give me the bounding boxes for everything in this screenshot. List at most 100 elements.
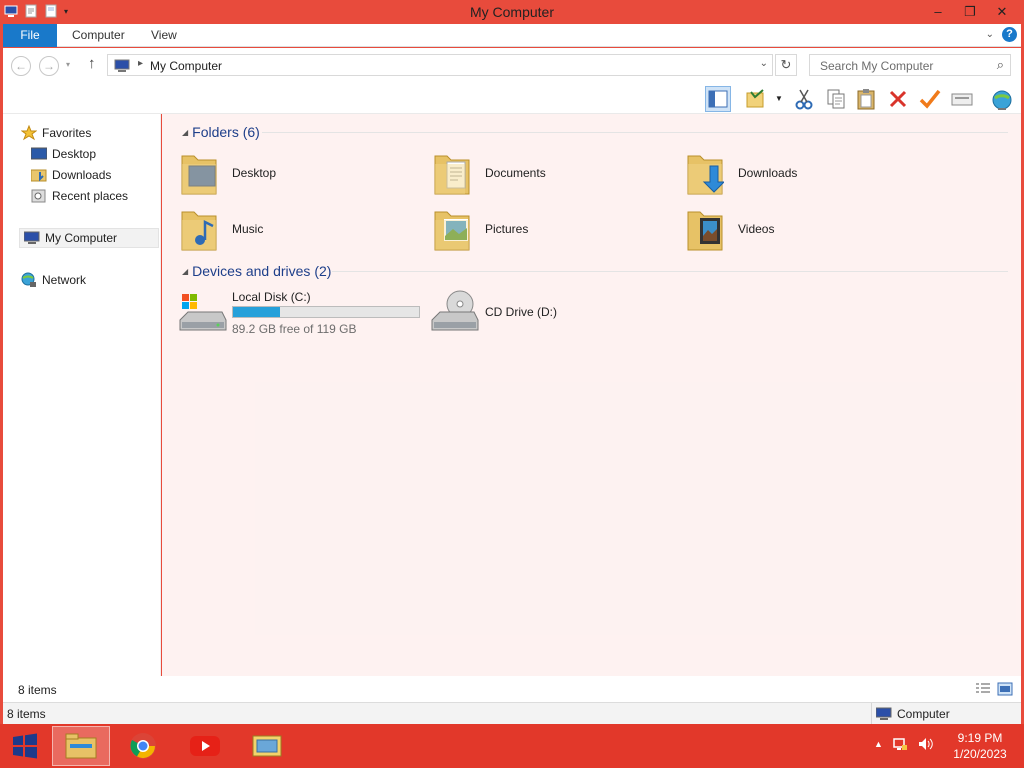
back-button[interactable]: ← xyxy=(11,56,31,76)
command-toolbar: ▼ xyxy=(3,84,1021,114)
refresh-button[interactable]: ↻ xyxy=(775,54,797,76)
address-path[interactable]: My Computer xyxy=(150,59,222,73)
status-zone: Computer xyxy=(871,703,1021,724)
address-bar[interactable]: ▸ My Computer ⌄ xyxy=(107,54,773,76)
folder-documents[interactable]: Documents xyxy=(433,150,546,196)
folder-pictures[interactable]: Pictures xyxy=(433,206,528,252)
breadcrumb-separator-icon[interactable]: ▸ xyxy=(138,58,143,69)
downloads-folder-icon xyxy=(687,155,724,195)
tab-computer[interactable]: Computer xyxy=(60,24,137,47)
minimize-button[interactable]: – xyxy=(922,2,954,22)
folders-group-header[interactable]: ◢ Folders (6) xyxy=(182,124,260,140)
pictures-folder-icon xyxy=(434,211,470,251)
search-icon[interactable]: ⌕ xyxy=(997,57,1004,73)
tab-view[interactable]: View xyxy=(139,24,189,47)
drive-c-usage-fill xyxy=(233,307,280,317)
nav-recent-places[interactable]: Recent places xyxy=(31,186,128,206)
collapse-chevron-icon[interactable]: ◢ xyxy=(182,128,188,137)
folder-downloads[interactable]: Downloads xyxy=(686,150,797,196)
window-title: My Computer xyxy=(469,4,555,20)
ribbon-tabs: File Computer View ⌄ ? xyxy=(3,24,1021,47)
search-input[interactable]: Search My Computer ⌕ xyxy=(809,54,1011,76)
nav-downloads-label: Downloads xyxy=(52,168,112,182)
folder-desktop[interactable]: Desktop xyxy=(180,150,276,196)
taskbar: ▲ 9:19 PM 1/20/2023 xyxy=(0,724,1024,768)
computer-icon xyxy=(114,59,130,72)
nav-downloads[interactable]: Downloads xyxy=(31,165,111,185)
computer-icon xyxy=(876,707,892,720)
up-button[interactable]: ↑ xyxy=(88,55,96,72)
properties-dropdown-icon[interactable]: ▼ xyxy=(775,94,783,103)
nav-network[interactable]: Network xyxy=(21,270,86,290)
paste-icon[interactable] xyxy=(853,86,879,112)
nav-network-label: Network xyxy=(42,273,87,287)
group-divider xyxy=(262,132,1008,133)
start-button[interactable] xyxy=(2,726,48,766)
expand-ribbon-icon[interactable]: ⌄ xyxy=(986,29,994,40)
nav-my-computer[interactable]: My Computer xyxy=(19,228,159,248)
music-folder-icon xyxy=(181,211,217,251)
drives-group-header[interactable]: ◢ Devices and drives (2) xyxy=(182,263,331,279)
clock-time: 9:19 PM xyxy=(957,731,1003,745)
address-row: ← → ▾ ↑ ▸ My Computer ⌄ ↻ Search My Comp… xyxy=(3,48,1021,84)
folder-desktop-label: Desktop xyxy=(232,166,277,180)
drive-map-icon[interactable] xyxy=(949,86,975,112)
window-app-icon xyxy=(252,735,282,757)
nav-favorites[interactable]: Favorites xyxy=(21,123,91,143)
address-dropdown-icon[interactable]: ⌄ xyxy=(760,58,768,69)
forward-button[interactable]: → xyxy=(39,56,59,76)
drive-c-free-space: 89.2 GB free of 119 GB xyxy=(232,322,357,336)
close-button[interactable]: ✕ xyxy=(986,2,1018,22)
explorer-window: ▾ My Computer – ❐ ✕ File Computer View ⌄… xyxy=(0,0,1024,724)
nav-desktop[interactable]: Desktop xyxy=(31,144,96,164)
layout-pane-icon[interactable] xyxy=(705,86,731,112)
network-globe-icon[interactable] xyxy=(989,86,1015,112)
folders-group-title: Folders (6) xyxy=(192,124,260,140)
taskbar-youtube[interactable] xyxy=(176,726,234,766)
delete-icon[interactable] xyxy=(885,86,911,112)
clock-date: 1/20/2023 xyxy=(953,747,1007,761)
rename-check-icon[interactable] xyxy=(917,86,943,112)
folder-videos[interactable]: Videos xyxy=(686,206,774,252)
drive-local-disk-c[interactable]: Local Disk (C:) 89.2 GB free of 119 GB xyxy=(178,288,438,338)
item-count: 8 items xyxy=(18,683,57,697)
star-icon xyxy=(21,125,37,141)
status-item-count: 8 items xyxy=(7,707,46,721)
taskbar-clock[interactable]: 9:19 PM 1/20/2023 xyxy=(940,730,1020,762)
show-hidden-icons-icon[interactable]: ▲ xyxy=(874,739,883,749)
volume-icon[interactable] xyxy=(917,736,933,752)
window-controls: – ❐ ✕ xyxy=(922,2,1018,22)
folder-pictures-label: Pictures xyxy=(485,222,529,236)
folder-downloads-label: Downloads xyxy=(738,166,798,180)
navigation-pane: Favorites Desktop Downloads Recent place… xyxy=(3,114,161,676)
copy-icon[interactable] xyxy=(823,86,849,112)
folder-music-label: Music xyxy=(232,222,264,236)
large-icons-view-icon[interactable] xyxy=(997,682,1013,696)
cut-icon[interactable] xyxy=(791,86,817,112)
windows-logo-icon xyxy=(13,733,37,759)
details-view-icon[interactable] xyxy=(975,682,991,696)
documents-folder-icon xyxy=(434,155,470,195)
desktop-icon xyxy=(31,147,47,160)
network-status-icon[interactable] xyxy=(892,736,908,752)
drive-c-label: Local Disk (C:) xyxy=(232,290,311,304)
taskbar-file-explorer[interactable] xyxy=(52,726,110,766)
recent-locations-icon[interactable]: ▾ xyxy=(66,60,70,69)
group-divider xyxy=(332,271,1008,272)
drive-c-usage-bar xyxy=(232,306,420,318)
tab-file[interactable]: File xyxy=(3,24,57,47)
drive-cd-d[interactable]: CD Drive (D:) xyxy=(430,290,650,336)
view-switcher xyxy=(975,682,1013,696)
restore-button[interactable]: ❐ xyxy=(954,2,986,22)
help-button[interactable]: ? xyxy=(1002,27,1017,42)
file-explorer-icon xyxy=(65,733,97,759)
taskbar-chrome[interactable] xyxy=(114,726,172,766)
network-icon xyxy=(21,272,36,287)
ribbon-right-controls: ⌄ ? xyxy=(986,27,1017,42)
properties-icon[interactable] xyxy=(743,86,769,112)
taskbar-window-app[interactable] xyxy=(238,726,296,766)
drives-group-title: Devices and drives (2) xyxy=(192,263,332,279)
folder-music[interactable]: Music xyxy=(180,206,263,252)
collapse-chevron-icon[interactable]: ◢ xyxy=(182,267,188,276)
cd-drive-icon xyxy=(431,290,479,331)
